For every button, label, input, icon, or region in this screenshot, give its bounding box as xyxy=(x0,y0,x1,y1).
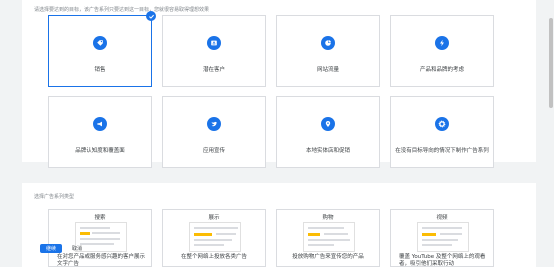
cancel-button[interactable]: 取消 xyxy=(66,244,88,253)
goal-section-hint: 请选择要达到的目标，该广告系列只要达到这一目标，您就很容易取得理想效果 xyxy=(34,7,210,13)
goal-card-local-store-visits[interactable]: 本地实体店和促销 xyxy=(276,96,380,168)
contact-card-icon xyxy=(207,36,221,50)
bird-icon xyxy=(207,117,221,131)
type-card-search[interactable]: 搜索 在对您产品或服务感兴趣的客户展示文字广告 xyxy=(48,209,152,267)
type-desc-display: 在整个网络上投放各类广告 xyxy=(180,254,247,260)
goal-label-website-traffic: 网站流量 xyxy=(316,67,339,73)
type-section-hint: 选择广告系列类型 xyxy=(34,194,75,200)
gear-icon xyxy=(435,117,449,131)
megaphone-icon xyxy=(93,117,107,131)
goal-card-leads[interactable]: 潜在客户 xyxy=(162,15,266,87)
goal-label-app-promotion: 应用宣传 xyxy=(202,148,225,154)
continue-button[interactable]: 继续 xyxy=(40,244,62,253)
goal-card-no-goal[interactable]: 在没有目标导向的情况下制作广告系列 xyxy=(390,96,494,168)
goal-card-brand-awareness[interactable]: 品牌认知度和覆盖面 xyxy=(48,96,152,168)
goal-label-brand-consideration: 产品和品牌的考虑 xyxy=(419,67,464,73)
type-desc-video: 覆盖 YouTube 及整个网络上的观看者，吸引他们采取行动 xyxy=(399,254,486,267)
vertical-scrollbar[interactable] xyxy=(549,18,553,108)
campaign-type-panel: 选择广告系列类型 搜索 在对您产品或服务感兴趣的客户展示文字广告 展示 在整个网… xyxy=(22,183,536,267)
goal-card-app-promotion[interactable]: 应用宣传 xyxy=(162,96,266,168)
display-ad-illustration xyxy=(189,222,241,252)
shopping-ad-illustration xyxy=(303,222,355,252)
goal-label-no-goal: 在没有目标导向的情况下制作广告系列 xyxy=(395,148,489,154)
goal-label-leads: 潜在客户 xyxy=(202,67,225,73)
video-ad-illustration xyxy=(417,222,469,252)
type-title-video: 视频 xyxy=(436,215,448,221)
tag-icon xyxy=(93,36,107,50)
lightning-icon xyxy=(435,36,449,50)
type-title-display: 展示 xyxy=(208,215,220,221)
goal-card-sales[interactable]: 销售 xyxy=(48,11,156,87)
type-title-search: 搜索 xyxy=(94,215,106,221)
goal-label-local-store-visits: 本地实体店和促销 xyxy=(305,148,350,154)
check-icon xyxy=(146,11,156,21)
map-pin-icon xyxy=(321,117,335,131)
goal-label-sales: 销售 xyxy=(94,67,106,73)
type-title-shopping: 购物 xyxy=(322,215,334,221)
goal-selection-panel: 请选择要达到的目标，该广告系列只要达到这一目标，您就很容易取得理想效果 销售 潜… xyxy=(22,0,536,168)
type-card-shopping[interactable]: 购物 投放购物广告来宣传您的产品 xyxy=(276,209,380,267)
goal-label-brand-awareness: 品牌认知度和覆盖面 xyxy=(75,148,125,154)
type-desc-shopping: 投放购物广告来宣传您的产品 xyxy=(292,254,364,260)
type-desc-search: 在对您产品或服务感兴趣的客户展示文字广告 xyxy=(57,254,146,267)
goal-card-website-traffic[interactable]: 网站流量 xyxy=(276,15,380,87)
type-card-display[interactable]: 展示 在整个网络上投放各类广告 xyxy=(162,209,266,267)
goal-card-brand-consideration[interactable]: 产品和品牌的考虑 xyxy=(390,15,494,87)
type-card-video[interactable]: 视频 覆盖 YouTube 及整个网络上的观看者，吸引他们采取行动 xyxy=(390,209,494,267)
pie-chart-icon xyxy=(321,36,335,50)
